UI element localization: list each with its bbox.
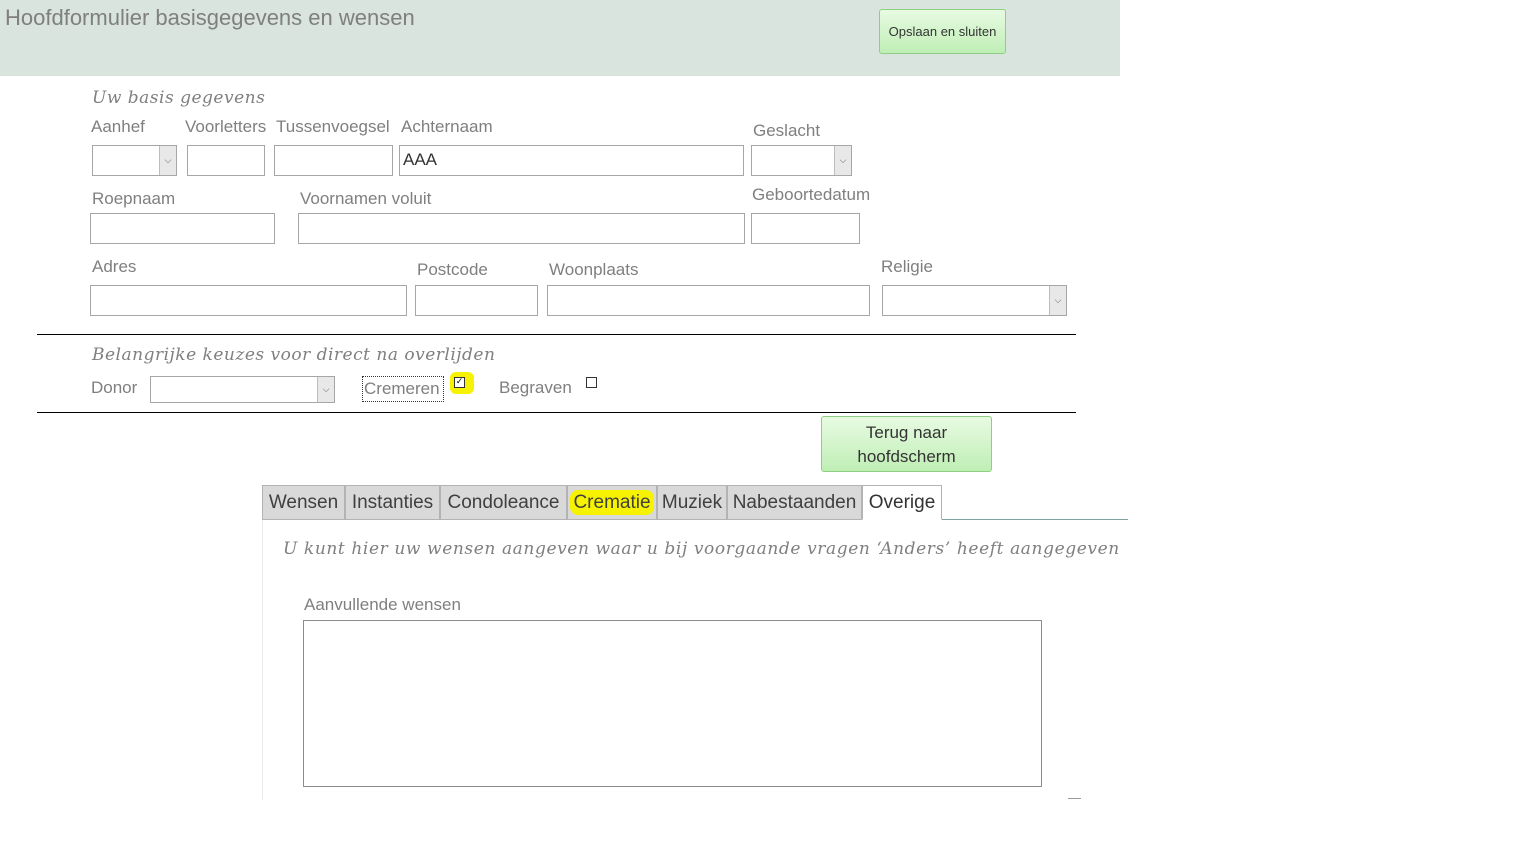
tab-underline <box>942 519 1128 520</box>
label-begraven: Begraven <box>499 378 572 397</box>
aanhef-combobox[interactable]: ⌵ <box>92 145 177 176</box>
section-title-basis: Uw basis gegevens <box>92 88 266 108</box>
save-and-close-button[interactable]: Opslaan en sluiten <box>879 9 1006 54</box>
overige-info-text: U kunt hier uw wensen aangeven waar u bi… <box>283 539 1120 559</box>
tab-nabestaanden[interactable]: Nabestaanden <box>727 485 862 520</box>
donor-combobox[interactable]: ⌵ <box>150 376 335 403</box>
chevron-down-icon[interactable]: ⌵ <box>834 146 851 175</box>
tab-wensen[interactable]: Wensen <box>262 485 345 520</box>
label-geslacht: Geslacht <box>753 121 821 140</box>
label-voorletters: Voorletters <box>185 117 267 136</box>
label-aanhef: Aanhef <box>91 117 145 136</box>
page-title: Hoofdformulier basisgegevens en wensen <box>5 5 415 30</box>
tab-muziek[interactable]: Muziek <box>657 485 727 520</box>
back-to-main-button[interactable]: Terug naar hoofdscherm <box>821 416 992 472</box>
label-cremeren: Cremeren <box>362 376 444 402</box>
section-title-keuzes: Belangrijke keuzes voor direct na overli… <box>92 345 496 365</box>
label-aanvullende-wensen: Aanvullende wensen <box>304 595 461 614</box>
checkmark-icon: ✓ <box>455 377 464 387</box>
chevron-down-icon[interactable]: ⌵ <box>159 146 176 175</box>
label-adres: Adres <box>92 257 137 276</box>
woonplaats-field[interactable] <box>547 285 870 316</box>
postcode-field[interactable] <box>415 285 538 316</box>
divider-top <box>37 334 1076 335</box>
label-achternaam: Achternaam <box>401 117 493 136</box>
voornamen-field[interactable] <box>298 213 745 244</box>
voorletters-field[interactable] <box>187 145 265 176</box>
tab-condoleance[interactable]: Condoleance <box>440 485 567 520</box>
tab-crematie[interactable]: Crematie <box>567 485 657 520</box>
tab-overige[interactable]: Overige <box>862 485 942 520</box>
adres-field[interactable] <box>90 285 407 316</box>
begraven-checkbox[interactable] <box>586 377 597 388</box>
label-religie: Religie <box>881 257 933 276</box>
label-tussenvoegsel: Tussenvoegsel <box>276 117 390 136</box>
tab-crematie-label: Crematie <box>570 490 654 515</box>
divider-bottom <box>37 412 1076 413</box>
label-voornamen: Voornamen voluit <box>300 189 432 208</box>
back-button-line2: hoofdscherm <box>857 447 956 466</box>
tussenvoegsel-field[interactable] <box>274 145 393 176</box>
resize-marker <box>1068 798 1081 799</box>
chevron-down-icon[interactable]: ⌵ <box>317 377 334 402</box>
geboortedatum-field[interactable] <box>751 213 860 244</box>
label-woonplaats: Woonplaats <box>549 260 639 279</box>
cremeren-checkbox[interactable]: ✓ <box>454 377 465 388</box>
aanvullende-wensen-textarea[interactable] <box>303 620 1042 787</box>
label-postcode: Postcode <box>417 260 488 279</box>
achternaam-field[interactable]: AAA <box>399 145 744 176</box>
label-roepnaam: Roepnaam <box>92 189 176 208</box>
geslacht-combobox[interactable]: ⌵ <box>751 145 852 176</box>
religie-combobox[interactable]: ⌵ <box>882 285 1067 316</box>
roepnaam-field[interactable] <box>90 213 275 244</box>
tab-panel-border <box>262 520 263 800</box>
chevron-down-icon[interactable]: ⌵ <box>1049 286 1066 315</box>
label-donor: Donor <box>91 378 138 397</box>
back-button-line1: Terug naar <box>865 423 948 442</box>
tab-instanties[interactable]: Instanties <box>345 485 440 520</box>
label-geboortedatum: Geboortedatum <box>752 185 871 204</box>
